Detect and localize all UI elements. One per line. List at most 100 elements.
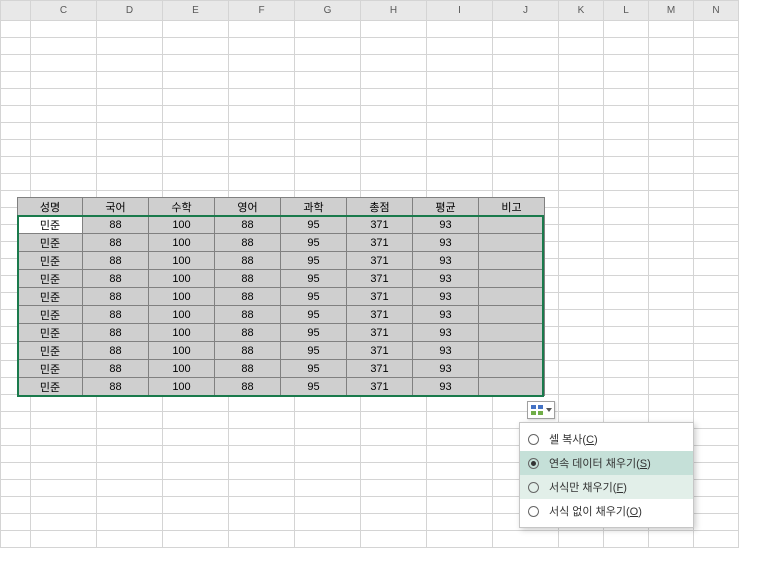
cell[interactable] [229,72,295,89]
cell[interactable] [427,497,493,514]
cell[interactable] [427,429,493,446]
cell[interactable] [694,327,739,344]
data-header-cell[interactable]: 국어 [83,198,149,216]
cell[interactable] [427,89,493,106]
cell[interactable] [694,378,739,395]
data-cell[interactable]: 88 [215,324,281,342]
data-cell[interactable]: 100 [149,360,215,378]
cell[interactable] [31,123,97,140]
cell[interactable] [559,327,604,344]
cell[interactable] [427,463,493,480]
cell[interactable] [361,72,427,89]
cell[interactable] [694,72,739,89]
data-cell[interactable]: 88 [215,216,281,234]
cell[interactable] [1,429,31,446]
cell[interactable] [604,140,649,157]
cell[interactable] [649,259,694,276]
cell[interactable] [559,72,604,89]
cell[interactable] [649,208,694,225]
data-cell[interactable]: 93 [413,216,479,234]
cell[interactable] [31,480,97,497]
data-cell[interactable]: 88 [83,378,149,396]
cell[interactable] [649,38,694,55]
data-cell[interactable]: 88 [83,324,149,342]
cell[interactable] [295,514,361,531]
cell[interactable] [1,412,31,429]
data-cell[interactable] [479,324,545,342]
cell[interactable] [31,72,97,89]
cell[interactable] [559,106,604,123]
data-cell[interactable]: 93 [413,234,479,252]
cell[interactable] [694,157,739,174]
cell[interactable] [163,72,229,89]
cell[interactable] [604,21,649,38]
cell[interactable] [493,106,559,123]
cell[interactable] [694,480,739,497]
cell[interactable] [229,21,295,38]
data-cell[interactable]: 371 [347,288,413,306]
cell[interactable] [361,140,427,157]
cell[interactable] [649,174,694,191]
cell[interactable] [604,123,649,140]
cell[interactable] [361,412,427,429]
cell[interactable] [694,55,739,72]
cell[interactable] [694,140,739,157]
cell[interactable] [694,242,739,259]
cell[interactable] [295,446,361,463]
cell[interactable] [361,38,427,55]
data-cell[interactable]: 88 [83,216,149,234]
cell[interactable] [493,174,559,191]
cell[interactable] [97,21,163,38]
cell[interactable] [163,89,229,106]
cell[interactable] [97,89,163,106]
cell[interactable] [295,21,361,38]
cell[interactable] [229,463,295,480]
cell[interactable] [229,497,295,514]
cell[interactable] [1,531,31,548]
data-cell[interactable]: 100 [149,288,215,306]
cell[interactable] [163,21,229,38]
data-header-cell[interactable]: 영어 [215,198,281,216]
cell[interactable] [295,480,361,497]
cell[interactable] [559,310,604,327]
cell[interactable] [97,446,163,463]
cell[interactable] [229,531,295,548]
cell[interactable] [694,514,739,531]
cell[interactable] [559,89,604,106]
data-cell[interactable]: 민준 [18,288,83,306]
cell[interactable] [361,157,427,174]
cell[interactable] [427,72,493,89]
cell[interactable] [649,276,694,293]
data-cell[interactable]: 88 [215,342,281,360]
cell[interactable] [295,174,361,191]
cell[interactable] [694,412,739,429]
cell[interactable] [1,123,31,140]
data-cell[interactable]: 88 [215,252,281,270]
cell[interactable] [1,106,31,123]
data-cell[interactable]: 민준 [18,342,83,360]
cell[interactable] [604,225,649,242]
cell[interactable] [163,446,229,463]
col-header[interactable]: M [649,1,694,21]
cell[interactable] [604,310,649,327]
data-cell[interactable]: 민준 [18,378,83,396]
cell[interactable] [295,123,361,140]
data-cell[interactable]: 371 [347,234,413,252]
cell[interactable] [163,55,229,72]
cell[interactable] [559,174,604,191]
cell[interactable] [649,123,694,140]
data-cell[interactable]: 95 [281,252,347,270]
cell[interactable] [427,174,493,191]
cell[interactable] [229,412,295,429]
cell[interactable] [694,429,739,446]
data-cell[interactable]: 88 [215,306,281,324]
cell[interactable] [361,480,427,497]
autofill-options-button[interactable] [527,401,555,419]
cell[interactable] [97,412,163,429]
cell[interactable] [649,140,694,157]
cell[interactable] [649,55,694,72]
data-header-cell[interactable]: 총점 [347,198,413,216]
cell[interactable] [229,429,295,446]
cell[interactable] [559,140,604,157]
cell[interactable] [649,157,694,174]
